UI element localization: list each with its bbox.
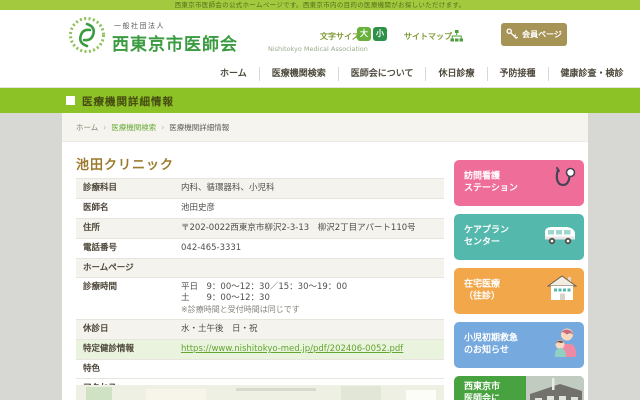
map-block — [146, 389, 206, 400]
site-name-english: Nishitokyo Medical Association — [268, 45, 368, 53]
main-nav: ホーム 医療機関検索 医師会について 休日診療 予防接種 健康診査・検診 — [0, 60, 640, 88]
member-page-button[interactable]: 会員ページ — [501, 23, 567, 46]
site-header: 一般社団法人 西東京市医師会 Nishitokyo Medical Associ… — [0, 10, 640, 60]
banner-label: 訪問看護 ステーション — [464, 171, 518, 194]
table-row-hours: 診療時間 平日 9：00～12：30／15：30～19：00 土 9：00～12… — [76, 278, 444, 320]
clinic-detail-table: 診療科目 内科、循環器科、小児科 医師名 池田史彦 住所 〒202-0022西東… — [76, 178, 444, 398]
key-icon — [506, 27, 519, 42]
van-icon — [543, 224, 577, 250]
row-value: 042-465-3331 — [181, 243, 242, 253]
row-value — [179, 259, 444, 277]
row-value: 水・土午後 日・祝 — [181, 324, 258, 334]
table-row-phone: 電話番号 042-465-3331 — [76, 239, 444, 259]
banner-about-association[interactable]: 西東京市 医師会に ついて — [454, 376, 584, 400]
hours-saturday: 土 9：00～12：30 — [181, 293, 270, 303]
row-label: 電話番号 — [83, 243, 118, 253]
row-label: 医師名 — [83, 203, 109, 213]
sitemap-label: サイトマップ — [404, 32, 452, 41]
font-size-label: 文字サイズ — [320, 32, 360, 41]
row-label: 診療科目 — [83, 183, 118, 193]
nav-item-home[interactable]: ホーム — [208, 67, 259, 81]
map-green-area — [86, 387, 112, 400]
square-bullet-icon — [66, 96, 75, 105]
main-content-column: ホーム › 医療機関検索 › 医療機関詳細情報 池田クリニック 診療科目 内科、循環器科… — [62, 113, 588, 400]
member-page-label: 会員ページ — [522, 30, 562, 39]
nav-item-about[interactable]: 医師会について — [337, 66, 426, 81]
banner-label: ケアプラン センター — [464, 225, 510, 248]
font-size-large-button[interactable]: 大 — [357, 27, 371, 41]
row-value: https://www.nishitokyo-med.jp/pdf/202406… — [179, 340, 444, 359]
banner-label: 西東京市 医師会に ついて — [464, 381, 501, 400]
row-label: ホームページ — [83, 263, 134, 273]
banner-care-plan-center[interactable]: ケアプラン センター — [454, 214, 584, 260]
checkup-pdf-link[interactable]: https://www.nishitokyo-med.jp/pdf/202406… — [181, 344, 403, 354]
row-value: 〒202-0022西東京市柳沢2-3-13 柳沢2丁目アパート110号 — [181, 223, 416, 233]
nav-item-vaccination[interactable]: 予防接種 — [486, 66, 548, 81]
row-value: 池田史彦 — [181, 203, 216, 213]
breadcrumb: ホーム › 医療機関検索 › 医療機関詳細情報 — [62, 113, 588, 142]
table-row-features: 特色 — [76, 360, 444, 379]
table-row-homepage: ホームページ — [76, 259, 444, 278]
building-icon — [526, 376, 584, 400]
top-banner: 西東京市医師会の公式ホームページです。西東京市内の目的の医療機関がお探しいただけ… — [0, 0, 640, 10]
parent-child-icon — [551, 327, 577, 363]
page-title-bar: 医療機関詳細情報 — [0, 88, 640, 113]
access-map[interactable] — [76, 385, 444, 400]
table-row-closed-days: 休診日 水・土午後 日・祝 — [76, 320, 444, 340]
site-logo[interactable]: 一般社団法人 西東京市医師会 Nishitokyo Medical Associ… — [68, 14, 368, 58]
row-value: 平日 9：00～12：30／15：30～19：00 土 9：00～12：30 ※… — [179, 278, 444, 319]
map-road — [236, 388, 316, 391]
breadcrumb-separator: › — [161, 123, 165, 132]
nav-item-holiday-care[interactable]: 休日診療 — [425, 66, 486, 81]
hours-weekday: 平日 9：00～12：30／15：30～19：00 — [181, 282, 348, 292]
row-label: 特定健診情報 — [83, 344, 135, 354]
banner-label: 在宅医療 （往診） — [464, 279, 501, 302]
breadcrumb-current: 医療機関詳細情報 — [169, 123, 230, 132]
association-logo-icon — [68, 16, 106, 58]
table-row-departments: 診療科目 内科、循環器科、小児科 — [76, 179, 444, 199]
row-label: 特色 — [83, 364, 101, 374]
table-row-address: 住所 〒202-0022西東京市柳沢2-3-13 柳沢2丁目アパート110号 — [76, 219, 444, 239]
font-size-small-button[interactable]: 小 — [373, 27, 387, 41]
sidebar-banners: 訪問看護 ステーション ケアプラン センター 在宅医療 （往診） 小児初期救急 … — [454, 160, 584, 400]
row-label: 診療時間 — [83, 282, 118, 292]
breadcrumb-home-link[interactable]: ホーム — [76, 123, 98, 132]
stethoscope-icon — [549, 166, 577, 200]
banner-visiting-nursing-station[interactable]: 訪問看護 ステーション — [454, 160, 584, 206]
house-icon — [546, 275, 578, 307]
clinic-name-heading: 池田クリニック — [76, 158, 175, 173]
browser-viewport: 西東京市医師会の公式ホームページです。西東京市内の目的の医療機関がお探しいただけ… — [0, 0, 640, 400]
nav-item-health-checkup[interactable]: 健康診査・検診 — [547, 66, 636, 81]
banner-pediatric-emergency[interactable]: 小児初期救急 のお知らせ — [454, 322, 584, 368]
hours-note: ※診療時間と受付時間は同じです — [181, 305, 300, 314]
row-value — [179, 360, 444, 378]
nav-item-facility-search[interactable]: 医療機関検索 — [258, 66, 338, 81]
banner-label: 小児初期救急 のお知らせ — [464, 333, 519, 356]
map-block — [406, 390, 436, 400]
breadcrumb-separator: › — [103, 123, 107, 132]
sitemap-link[interactable]: サイトマップ — [404, 25, 466, 45]
page-title: 医療機関詳細情報 — [82, 96, 174, 108]
banner-home-medical-care[interactable]: 在宅医療 （往診） — [454, 268, 584, 314]
site-name: 西東京市医師会 — [112, 35, 238, 55]
table-row-checkup-info: 特定健診情報 https://www.nishitokyo-med.jp/pdf… — [76, 340, 444, 360]
map-block — [341, 386, 381, 400]
row-label: 住所 — [83, 223, 101, 233]
sitemap-icon — [450, 28, 463, 47]
table-row-doctor: 医師名 池田史彦 — [76, 199, 444, 219]
row-value: 内科、循環器科、小児科 — [181, 183, 275, 193]
breadcrumb-search-link[interactable]: 医療機関検索 — [111, 123, 156, 132]
row-label: 休診日 — [83, 324, 109, 334]
